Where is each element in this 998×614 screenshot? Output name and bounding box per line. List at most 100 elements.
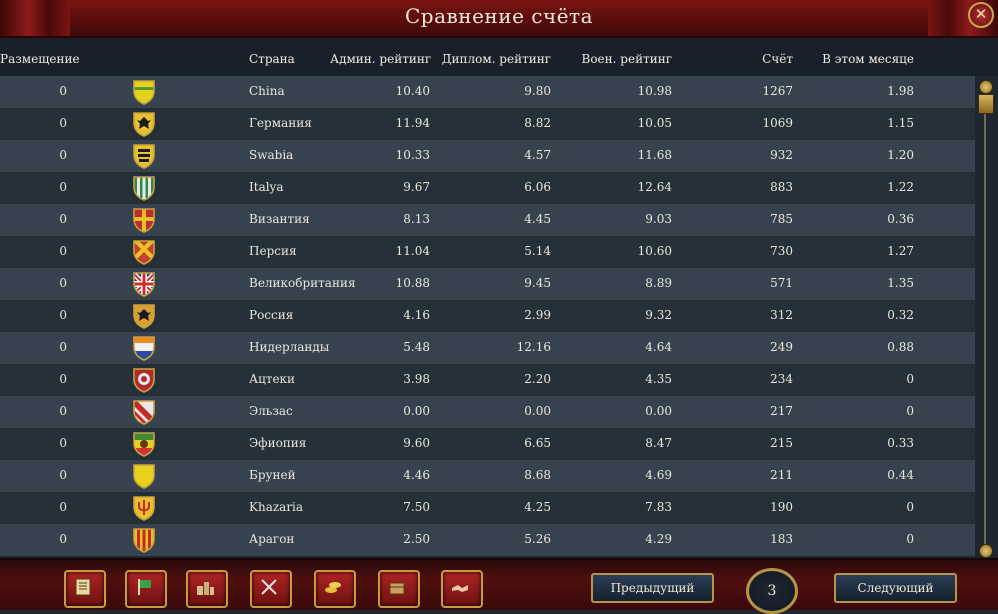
cell-this-month: 0 (906, 532, 914, 546)
close-button[interactable]: ✕ (968, 2, 994, 28)
coins-icon (325, 582, 341, 593)
header-country[interactable]: Страна (249, 52, 295, 66)
military-button[interactable] (250, 570, 292, 608)
cell-admin-rating: 10.33 (395, 148, 430, 162)
country-shield-icon[interactable] (131, 207, 157, 233)
flag-icon (138, 579, 151, 595)
cell-diplo-rating: 4.45 (524, 212, 551, 226)
cell-admin-rating: 0.00 (403, 404, 430, 418)
cell-admin-rating: 3.98 (403, 372, 430, 386)
table-row[interactable]: 0 Арагон 2.50 5.26 4.29 183 0 (0, 524, 975, 556)
header-this-month[interactable]: В этом месяце (800, 52, 914, 66)
close-icon: ✕ (974, 5, 988, 23)
table-row[interactable]: 0 Ацтеки 3.98 2.20 4.35 234 0 (0, 364, 975, 396)
country-shield-icon[interactable] (131, 271, 157, 297)
country-shield-icon[interactable] (131, 239, 157, 265)
country-shield-icon[interactable] (131, 463, 157, 489)
cell-placement: 0 (59, 372, 67, 386)
cell-this-month: 0.32 (887, 308, 914, 322)
table-row[interactable]: 0 Великобритания 10.88 9.45 8.89 571 1.35 (0, 268, 975, 300)
cell-score: 312 (770, 308, 793, 322)
cell-this-month: 1.98 (887, 84, 914, 98)
table-row[interactable]: 0 Эльзас 0.00 0.00 0.00 217 0 (0, 396, 975, 428)
country-shield-icon[interactable] (131, 303, 157, 329)
table-row[interactable]: 0 Персия 11.04 5.14 10.60 730 1.27 (0, 236, 975, 268)
table-row[interactable]: 0 Византия 8.13 4.45 9.03 785 0.36 (0, 204, 975, 236)
header-score[interactable]: Счёт (720, 52, 793, 66)
cell-mil-rating: 4.64 (645, 340, 672, 354)
cell-diplo-rating: 0.00 (524, 404, 551, 418)
scroll-track[interactable] (984, 94, 986, 548)
scroll-up-button[interactable] (979, 80, 993, 94)
cell-mil-rating: 4.69 (645, 468, 672, 482)
table-row[interactable]: 0 Khazaria 7.50 4.25 7.83 190 0 (0, 492, 975, 524)
cell-this-month: 0.44 (887, 468, 914, 482)
footer-bar: Предыдущий 3 Следующий (0, 558, 998, 614)
cell-score: 249 (770, 340, 793, 354)
cell-this-month: 1.15 (887, 116, 914, 130)
cell-placement: 0 (59, 276, 67, 290)
cell-admin-rating: 8.13 (403, 212, 430, 226)
header-placement[interactable]: Размещение (0, 52, 80, 66)
table-row[interactable]: 0 Эфиопия 9.60 6.65 8.47 215 0.33 (0, 428, 975, 460)
header-admin-rating[interactable]: Админ. рейтинг (330, 52, 431, 66)
cell-mil-rating: 0.00 (645, 404, 672, 418)
country-shield-icon[interactable] (131, 367, 157, 393)
country-shield-icon[interactable] (131, 527, 157, 553)
score-table: 0 China 10.40 9.80 10.98 1267 1.98 0 Германия 11.… (0, 76, 975, 556)
economy-button[interactable] (314, 570, 356, 608)
table-row[interactable]: 0 Германия 11.94 8.82 10.05 1069 1.15 (0, 108, 975, 140)
cell-placement: 0 (59, 212, 67, 226)
country-shield-icon[interactable] (131, 143, 157, 169)
cell-score: 190 (770, 500, 793, 514)
cell-admin-rating: 4.16 (403, 308, 430, 322)
cell-mil-rating: 10.98 (637, 84, 672, 98)
table-row[interactable]: 0 Swabia 10.33 4.57 11.68 932 1.20 (0, 140, 975, 172)
country-shield-icon[interactable] (131, 335, 157, 361)
table-row[interactable]: 0 Italya 9.67 6.06 12.64 883 1.22 (0, 172, 975, 204)
country-shield-icon[interactable] (131, 495, 157, 521)
cell-this-month: 0 (906, 500, 914, 514)
table-header: Размещение Страна Админ. рейтинг Диплом.… (0, 38, 998, 76)
cell-diplo-rating: 6.65 (524, 436, 551, 450)
table-row[interactable]: 0 China 10.40 9.80 10.98 1267 1.98 (0, 76, 975, 108)
cell-this-month: 1.35 (887, 276, 914, 290)
country-shield-icon[interactable] (131, 399, 157, 425)
diplomacy-button[interactable] (441, 570, 483, 608)
buildings-icon (197, 582, 214, 595)
cell-admin-rating: 10.40 (395, 84, 430, 98)
diplomacy-flag-button[interactable] (125, 570, 167, 608)
header-mil-rating[interactable]: Воен. рейтинг (560, 52, 672, 66)
cell-this-month: 0 (906, 404, 914, 418)
previous-button[interactable]: Предыдущий (591, 573, 714, 603)
country-shield-icon[interactable] (131, 175, 157, 201)
buildings-button[interactable] (186, 570, 228, 608)
cell-admin-rating: 9.60 (403, 436, 430, 450)
table-row[interactable]: 0 Нидерланды 5.48 12.16 4.64 249 0.88 (0, 332, 975, 364)
country-shield-icon[interactable] (131, 431, 157, 457)
cell-diplo-rating: 9.80 (524, 84, 551, 98)
scroll-thumb[interactable] (978, 94, 994, 114)
scroll-down-button[interactable] (979, 544, 993, 558)
ledger-button[interactable] (64, 570, 106, 608)
trade-button[interactable] (378, 570, 420, 608)
cell-mil-rating: 11.68 (637, 148, 672, 162)
ledger-icon (75, 578, 91, 596)
country-shield-icon[interactable] (131, 79, 157, 105)
cell-mil-rating: 4.29 (645, 532, 672, 546)
next-button[interactable]: Следующий (834, 573, 957, 603)
table-row[interactable]: 0 Россия 4.16 2.99 9.32 312 0.32 (0, 300, 975, 332)
header-diplo-rating[interactable]: Диплом. рейтинг (430, 52, 551, 66)
cell-diplo-rating: 2.99 (524, 308, 551, 322)
cell-diplo-rating: 4.25 (524, 500, 551, 514)
cell-this-month: 0.36 (887, 212, 914, 226)
cell-diplo-rating: 6.06 (524, 180, 551, 194)
cell-mil-rating: 7.83 (645, 500, 672, 514)
table-row[interactable]: 0 Бруней 4.46 8.68 4.69 211 0.44 (0, 460, 975, 492)
cell-placement: 0 (59, 500, 67, 514)
title-bar: Сравнение счёта ✕ (0, 0, 998, 38)
country-shield-icon[interactable] (131, 111, 157, 137)
scrollbar[interactable] (977, 80, 994, 558)
cell-placement: 0 (59, 532, 67, 546)
cell-this-month: 0 (906, 372, 914, 386)
